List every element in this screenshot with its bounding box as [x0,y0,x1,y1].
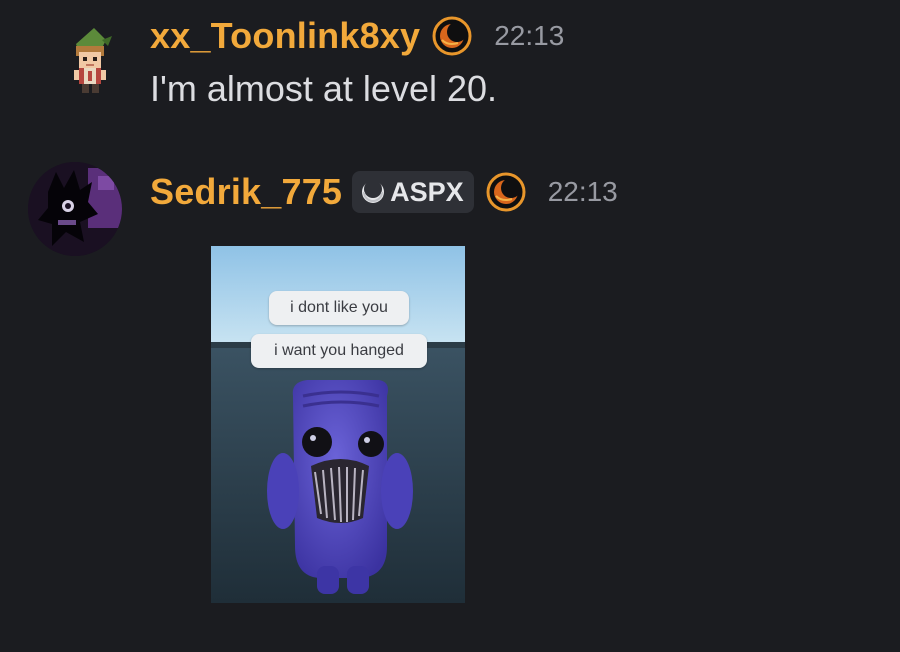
clan-tag-icon [360,179,386,205]
message-2: Sedrik_775 ASPX 22:13 i dont like you i … [0,150,900,630]
speech-bubble: i dont like you [269,291,409,325]
pixel-character-avatar-icon [74,28,112,93]
message-header: Sedrik_775 ASPX 22:13 [150,170,618,214]
avatar[interactable] [62,22,118,94]
dark-creature-avatar-icon [28,162,122,256]
message-text: I'm almost at level 20. [150,68,498,109]
timestamp: 22:13 [547,176,618,207]
orange-moon-badge-icon[interactable] [486,172,526,212]
message-header: xx_Toonlink8xy 22:13 [150,14,564,58]
chat-log: xx_Toonlink8xy 22:13 I'm almost at level… [0,0,900,652]
username[interactable]: xx_Toonlink8xy [150,15,420,57]
image-attachment[interactable]: i dont like you i want you hanged [211,246,465,603]
timestamp: 22:13 [494,20,565,51]
speech-bubble: i want you hanged [251,334,427,368]
orange-moon-badge-icon[interactable] [432,16,472,56]
clan-tag-label: ASPX [390,176,464,207]
message-1: xx_Toonlink8xy 22:13 I'm almost at level… [0,0,900,140]
avatar[interactable] [28,162,122,256]
username[interactable]: Sedrik_775 [150,171,342,213]
clan-tag[interactable]: ASPX [352,171,474,213]
